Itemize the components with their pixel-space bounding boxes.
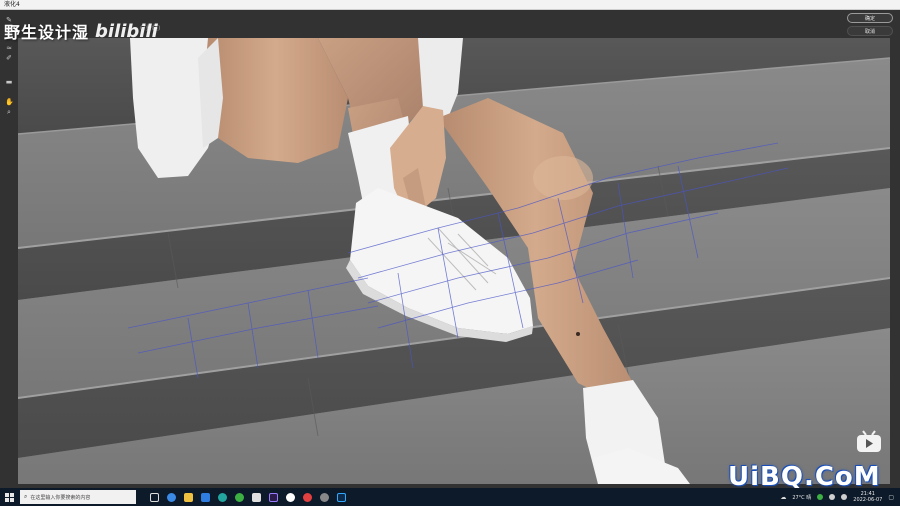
cloud-icon: ☁ [780,493,787,501]
weather-text[interactable]: 27°C 晴 [792,494,811,501]
cancel-button[interactable]: 取消 [847,26,893,36]
start-button[interactable] [0,488,18,506]
search-icon: ⌕ [24,493,28,500]
clock[interactable]: 21:41 2022-06-07 [853,491,882,503]
store-icon[interactable] [201,492,210,502]
search-placeholder: 在这里输入你要搜索的内容 [30,494,91,501]
ok-button[interactable]: 确定 [847,13,893,23]
freeze-mask-tool-icon[interactable]: ✐ [5,54,13,62]
title-bar: 液化4 [0,0,900,10]
liquify-window: 液化4 ✎ ⟲ ≈ ✐ ▬ ✋ ⌕ 确定 取消 (T拼缝) 野生设计湿 bili… [0,0,900,506]
photo-preview [18,38,890,484]
system-tray: ☁ 27°C 晴 21:41 2022-06-07 ▢ [780,488,900,506]
media-icon[interactable] [303,492,312,502]
window-title: 液化4 [4,1,20,8]
smooth-tool-icon[interactable]: ≈ [5,44,13,52]
app-icon[interactable] [286,492,295,502]
preview-canvas[interactable] [18,38,890,484]
taskbar: ⌕ 在这里输入你要搜索的内容 ☁ 27°C 晴 21:41 2022-06-07… [0,488,900,506]
volume-icon[interactable] [841,494,848,500]
photoshop-icon[interactable] [337,492,346,502]
notification-icon[interactable]: ▢ [888,494,894,501]
network-icon[interactable] [829,494,836,500]
clock-date: 2022-06-07 [853,497,883,503]
edge-icon[interactable] [218,492,227,502]
browser-icon[interactable] [167,492,176,502]
brand-watermark: 野生设计湿 bilibili [4,18,158,44]
bilibili-tv-icon [855,430,883,454]
thaw-mask-tool-icon[interactable]: ▬ [5,78,13,86]
wechat-icon[interactable] [235,492,244,502]
zoom-tool-icon[interactable]: ⌕ [5,108,13,116]
tools-panel: ✎ ⟲ ≈ ✐ ▬ ✋ ⌕ [0,10,18,488]
windows-icon [4,492,14,502]
brand-watermark-text: 野生设计湿 [4,23,90,42]
tray-app-icon[interactable] [817,494,824,500]
bilibili-logo: bilibili [95,20,158,42]
taskbar-search[interactable]: ⌕ 在这里输入你要搜索的内容 [20,490,136,504]
settings-icon[interactable] [320,492,329,502]
folder-icon[interactable] [184,492,193,502]
pinned-apps [150,492,346,502]
mail-icon[interactable] [252,492,261,502]
hand-tool-icon[interactable]: ✋ [5,98,14,106]
premiere-icon[interactable] [269,492,278,502]
properties-panel [892,10,900,488]
task-view-icon[interactable] [150,492,159,502]
